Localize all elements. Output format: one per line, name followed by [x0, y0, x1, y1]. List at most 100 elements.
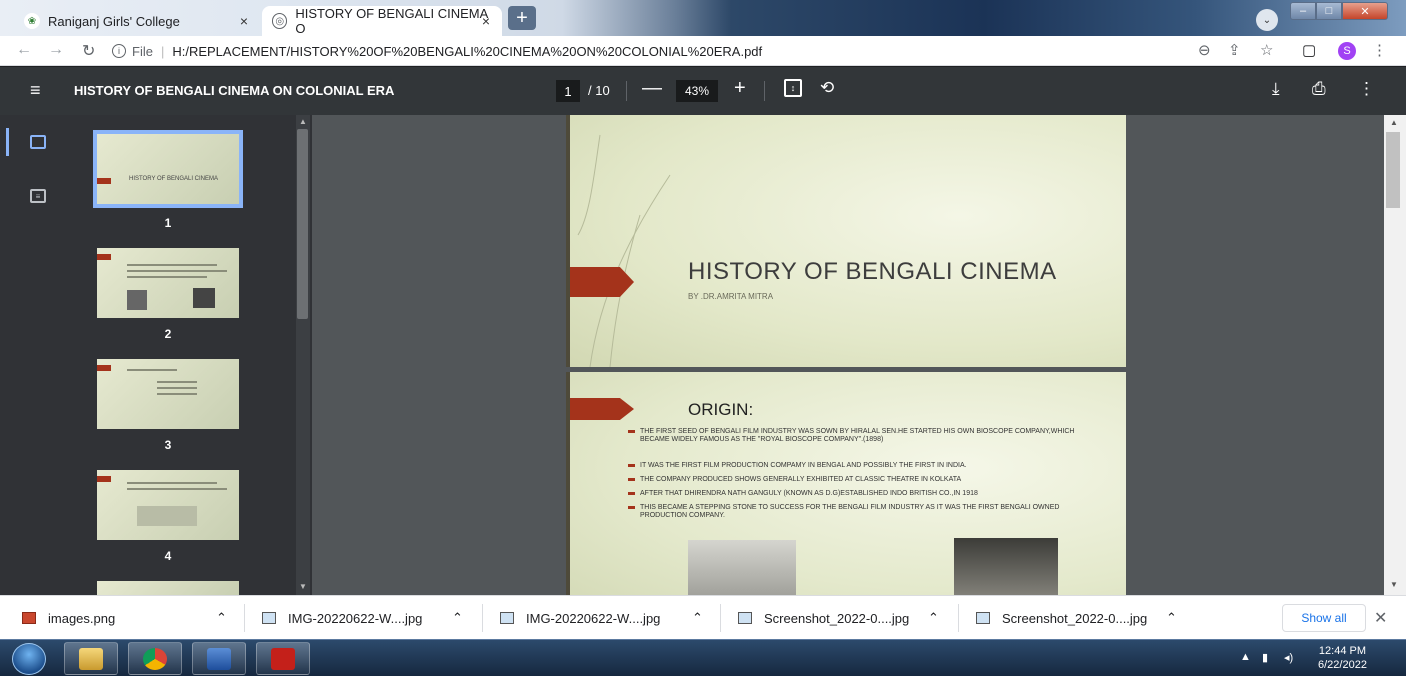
close-downloads-icon[interactable]: ✕	[1374, 608, 1387, 628]
chevron-down-icon[interactable]: ▼	[1390, 580, 1398, 589]
explorer-taskbar-button[interactable]	[64, 642, 118, 675]
file-icon	[976, 612, 990, 624]
download-icon[interactable]: ⤓	[1272, 79, 1280, 99]
tab-close-icon[interactable]: ×	[240, 13, 248, 29]
thumb-title: HISTORY OF BENGALI CINEMA	[129, 176, 219, 182]
url-text[interactable]: H:/REPLACEMENT/HISTORY%20OF%20BENGALI%20…	[172, 44, 762, 59]
page-thumbnail-1[interactable]: HISTORY OF BENGALI CINEMA	[93, 130, 243, 208]
thumb-arrow	[97, 178, 111, 184]
tab-raniganj[interactable]: ❀ Raniganj Girls' College ×	[14, 6, 260, 36]
sidebar-scroll-thumb[interactable]	[297, 129, 308, 319]
thumb-arrow	[97, 365, 111, 371]
divider	[764, 81, 765, 101]
pdf-viewport[interactable]: HISTORY OF BENGALI CINEMA BY .DR.AMRITA …	[312, 115, 1406, 595]
explorer-icon	[79, 647, 103, 670]
page-thumbnail-4[interactable]	[97, 470, 239, 540]
maximize-button[interactable]: □	[1316, 2, 1342, 20]
menu-icon[interactable]: ≡	[30, 80, 41, 101]
info-icon[interactable]: i	[112, 44, 126, 58]
download-item[interactable]: IMG-20220622-W....jpg	[262, 596, 422, 640]
new-tab-button[interactable]: +	[508, 6, 536, 30]
download-item[interactable]: IMG-20220622-W....jpg	[500, 596, 660, 640]
chevron-up-icon[interactable]: ⌃	[216, 596, 227, 640]
page-number-input[interactable]: 1	[556, 80, 580, 102]
start-orb-icon[interactable]	[12, 643, 46, 675]
star-icon[interactable]: ☆	[1260, 41, 1273, 59]
chevron-up-icon[interactable]: ▲	[299, 117, 307, 126]
download-item[interactable]: Screenshot_2022-0....jpg	[738, 596, 909, 640]
main-scroll-thumb[interactable]	[1386, 132, 1400, 208]
download-item[interactable]: Screenshot_2022-0....jpg	[976, 596, 1147, 640]
zoom-out-button[interactable]: —	[642, 77, 662, 100]
divider	[482, 604, 483, 632]
windows-taskbar: ▲ ▮ ◂) 12:44 PM 6/22/2022	[0, 639, 1406, 676]
tab-pdf[interactable]: ◎ HISTORY OF BENGALI CINEMA O ×	[262, 6, 502, 36]
slide-subtitle: BY .DR.AMRITA MITRA	[688, 292, 774, 301]
dg-photo	[954, 538, 1058, 595]
more-icon[interactable]: ⋮	[1358, 79, 1375, 99]
show-all-button[interactable]: Show all	[1282, 604, 1366, 632]
thumbnail-number: 2	[164, 327, 172, 341]
profile-avatar[interactable]: S	[1338, 42, 1356, 60]
tab-search-chevron-icon[interactable]: ⌄	[1256, 9, 1278, 31]
download-filename: IMG-20220622-W....jpg	[288, 610, 423, 626]
tab-title: HISTORY OF BENGALI CINEMA O	[295, 6, 488, 36]
more-icon[interactable]: ⋮	[1372, 41, 1387, 59]
download-filename: IMG-20220622-W....jpg	[526, 610, 661, 626]
globe-icon: ◎	[272, 13, 288, 29]
chevron-down-icon[interactable]: ▼	[299, 582, 307, 591]
address-bar[interactable]: i File | H:/REPLACEMENT/HISTORY%20OF%20B…	[112, 40, 762, 62]
thumb-table	[137, 506, 197, 526]
zoom-in-button[interactable]: +	[734, 77, 746, 100]
divider	[244, 604, 245, 632]
volume-icon[interactable]: ◂)	[1284, 651, 1293, 664]
reload-icon[interactable]: ↻	[82, 41, 95, 61]
chrome-taskbar-button[interactable]	[128, 642, 182, 675]
back-icon[interactable]: ←	[16, 41, 32, 59]
download-item[interactable]: images.png	[22, 596, 115, 640]
page-thumbnail-2[interactable]	[97, 248, 239, 318]
file-icon	[738, 612, 752, 624]
chevron-up-icon[interactable]: ⌃	[452, 596, 463, 640]
thumbnail-number: 1	[164, 216, 172, 230]
divider	[626, 81, 627, 101]
pdf-toolbar: ≡ HISTORY OF BENGALI CINEMA ON COLONIAL …	[0, 67, 1406, 115]
print-icon[interactable]: ⎙	[1312, 79, 1326, 99]
close-window-button[interactable]: ✕	[1342, 2, 1388, 20]
acrobat-icon	[271, 647, 295, 670]
downloads-bar: images.png ⌃ IMG-20220622-W....jpg ⌃ IMG…	[0, 595, 1406, 639]
bullet-item: IT WAS THE FIRST FILM PRODUCTION COMPAMY…	[626, 462, 1096, 470]
network-icon[interactable]: ▮	[1262, 651, 1268, 664]
slide-title: HISTORY OF BENGALI CINEMA	[688, 258, 1057, 285]
chevron-up-icon[interactable]: ⌃	[928, 596, 939, 640]
chevron-up-icon[interactable]: ⌃	[692, 596, 703, 640]
fit-page-icon[interactable]: ↕	[784, 79, 802, 97]
tab-close-icon[interactable]: ×	[482, 13, 490, 29]
thumbnail-view-icon[interactable]	[30, 135, 46, 149]
sidebar-icon[interactable]: ▢	[1302, 41, 1316, 59]
page-thumbnail-3[interactable]	[97, 359, 239, 429]
thumb-line	[127, 276, 207, 278]
share-icon[interactable]: ⇪	[1228, 41, 1241, 59]
acrobat-taskbar-button[interactable]	[256, 642, 310, 675]
slide-title: ORIGIN:	[688, 400, 754, 419]
zoom-level-input[interactable]: 43%	[676, 80, 718, 102]
page-total: / 10	[588, 83, 610, 98]
outline-view-icon[interactable]: ≡	[30, 189, 46, 203]
tray-arrow-icon[interactable]: ▲	[1240, 651, 1251, 663]
word-icon	[207, 647, 231, 670]
rotate-icon[interactable]: ⟲	[820, 78, 834, 98]
file-icon	[262, 612, 276, 624]
chevron-up-icon[interactable]: ⌃	[1166, 596, 1177, 640]
page-thumbnail-5[interactable]	[97, 581, 239, 595]
minimize-button[interactable]: –	[1290, 2, 1316, 20]
browser-toolbar: ← → ↻ i File | H:/REPLACEMENT/HISTORY%20…	[0, 36, 1406, 66]
forward-icon[interactable]: →	[48, 41, 64, 59]
slide-arrow	[570, 398, 634, 420]
thumb-line	[127, 270, 227, 272]
word-taskbar-button[interactable]	[192, 642, 246, 675]
clock-time: 12:44 PM	[1318, 645, 1367, 657]
chevron-up-icon[interactable]: ▲	[1390, 118, 1398, 127]
zoom-icon[interactable]: ⊖	[1198, 41, 1211, 59]
taskbar-clock[interactable]: 12:44 PM 6/22/2022	[1318, 644, 1367, 672]
